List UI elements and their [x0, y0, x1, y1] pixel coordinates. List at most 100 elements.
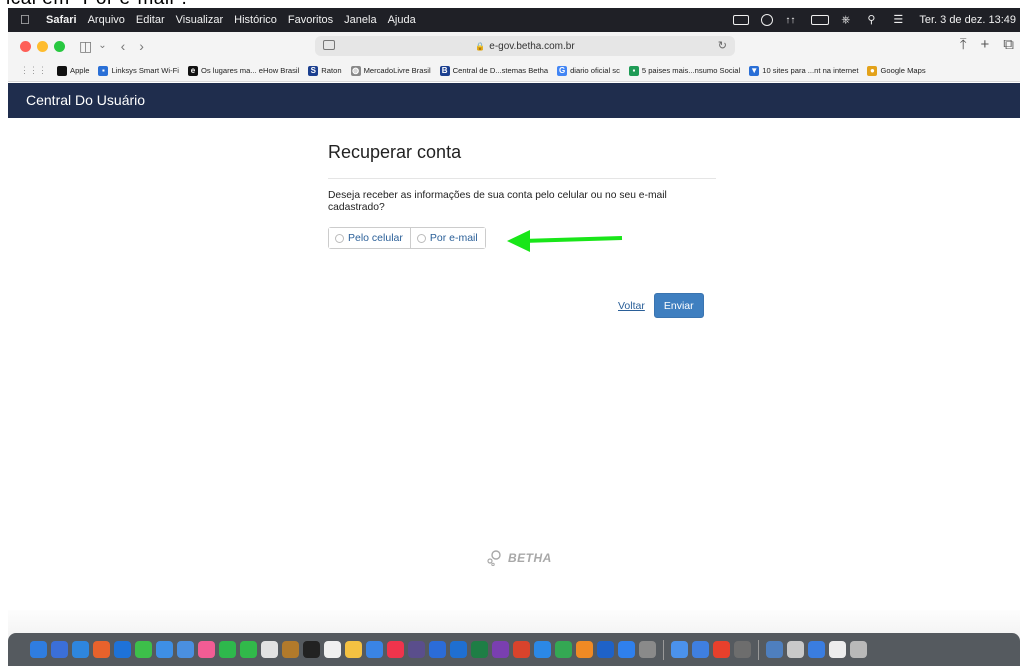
dock-app-icon[interactable] — [639, 641, 656, 658]
bookmark-favicon-icon: ▼ — [749, 65, 760, 76]
lock-icon: 🔒 — [475, 41, 486, 51]
screen-mirroring-icon[interactable] — [733, 15, 750, 25]
dock-app-icon[interactable] — [408, 641, 425, 658]
menu-item-favoritos[interactable]: Favoritos — [288, 14, 333, 26]
instruction-text: ical em "Por e-mail". — [6, 0, 187, 8]
bookmark-favicon-icon: ● — [867, 65, 878, 76]
dock-app-icon[interactable] — [450, 641, 467, 658]
users-icon[interactable]: ↑↑ — [785, 15, 799, 26]
sidebar-toggle-icon[interactable]: ◫ — [79, 39, 92, 53]
dock-app-icon[interactable] — [303, 641, 320, 658]
bookmark-item[interactable]: S Raton — [308, 65, 342, 76]
dock-app-icon[interactable] — [156, 641, 173, 658]
dock-app-icon[interactable] — [114, 641, 131, 658]
dock-app-icon[interactable] — [734, 641, 751, 658]
dock-app-icon[interactable] — [713, 641, 730, 658]
bookmark-item[interactable]: ▪ Linksys Smart Wi-Fi — [98, 65, 179, 76]
dock-app-icon[interactable] — [513, 641, 530, 658]
forward-icon[interactable]: › — [139, 39, 144, 53]
page-settings-icon[interactable] — [323, 40, 335, 50]
dock-app-icon[interactable] — [808, 641, 825, 658]
battery-icon[interactable] — [811, 15, 830, 25]
menu-item-editar[interactable]: Editar — [136, 14, 165, 26]
dock-app-icon[interactable] — [429, 641, 446, 658]
spotlight-search-icon[interactable]: ⚲ — [867, 14, 881, 26]
menu-item-historico[interactable]: Histórico — [234, 14, 277, 26]
dock-app-icon[interactable] — [829, 641, 846, 658]
menu-clock[interactable]: Ter. 3 de dez. 13:49 — [919, 14, 1016, 26]
dock-app-icon[interactable] — [51, 641, 68, 658]
menu-bar:  Safari Arquivo Editar Visualizar Histó… — [8, 8, 1020, 32]
option-email[interactable]: Por e-mail — [409, 228, 485, 248]
fullscreen-window-icon[interactable] — [54, 40, 65, 52]
dock-app-icon[interactable] — [387, 641, 404, 658]
site-brand[interactable]: Central Do Usuário — [26, 92, 145, 108]
share-icon[interactable]: ⤒ — [960, 37, 967, 53]
bookmark-item[interactable]: B Central de D...stemas Betha — [439, 65, 548, 76]
bookmark-item[interactable]: ◍ MercadoLivre Brasil — [350, 65, 431, 76]
dock-app-icon[interactable] — [671, 641, 688, 658]
reload-icon[interactable]: ↻ — [718, 39, 727, 52]
dock-app-icon[interactable] — [618, 641, 635, 658]
send-button[interactable]: Enviar — [653, 293, 704, 318]
dock-app-icon[interactable] — [261, 641, 278, 658]
dock-app-icon[interactable] — [555, 641, 572, 658]
close-window-icon[interactable] — [20, 40, 31, 52]
dock-app-icon[interactable] — [198, 641, 215, 658]
option-phone[interactable]: Pelo celular — [329, 228, 410, 248]
bookmark-item[interactable]: Apple — [57, 65, 89, 76]
dock-app-icon[interactable] — [93, 641, 110, 658]
dock-app-icon[interactable] — [345, 641, 362, 658]
dock-app-icon[interactable] — [471, 641, 488, 658]
dock-app-icon[interactable] — [787, 641, 804, 658]
favorites-grid-icon[interactable]: ⋮⋮⋮ — [20, 65, 47, 76]
dock-app-icon[interactable] — [324, 641, 341, 658]
dock-app-icon[interactable] — [219, 641, 236, 658]
bookmarks-bar: ⋮⋮⋮ Apple ▪ Linksys Smart Wi-Fi e Os lugares… — [8, 60, 1020, 82]
dock-app-icon[interactable] — [850, 641, 867, 658]
address-bar[interactable]: 🔒 e-gov.betha.com.br ↻ — [315, 36, 735, 56]
betha-logo-text: BETHA — [508, 551, 552, 565]
phone-radio[interactable] — [335, 233, 344, 243]
apple-menu-icon[interactable]:  — [20, 13, 34, 27]
dock-app-icon[interactable] — [766, 641, 783, 658]
control-center-icon[interactable]: ☰ — [893, 14, 907, 26]
email-radio[interactable] — [416, 233, 426, 243]
new-tab-icon[interactable]: + — [981, 37, 990, 53]
back-link[interactable]: Voltar — [618, 300, 645, 312]
wifi-icon[interactable]: ⎈ — [841, 14, 855, 26]
dock-app-icon[interactable] — [240, 641, 257, 658]
dock-app-icon[interactable] — [282, 641, 299, 658]
minimize-window-icon[interactable] — [37, 40, 48, 52]
menu-app-name[interactable]: Safari — [46, 14, 77, 26]
bookmark-item[interactable]: ▪ 5 paises mais...nsumo Social — [628, 65, 741, 76]
bookmark-item[interactable]: ▼ 10 sites para ...nt na internet — [749, 65, 858, 76]
safari-toolbar: ◫ ⌄ ‹ › 🔒 e-gov.betha.com.br ↻ ⤒ + ⧉ — [8, 32, 1020, 60]
dock-app-icon[interactable] — [366, 641, 383, 658]
dock-app-icon[interactable] — [72, 641, 89, 658]
bookmark-item[interactable]: ● Google Maps — [867, 65, 926, 76]
dock-app-icon[interactable] — [597, 641, 614, 658]
dock-app-icon[interactable] — [576, 641, 593, 658]
menu-item-ajuda[interactable]: Ajuda — [388, 14, 416, 26]
dock-app-icon[interactable] — [30, 641, 47, 658]
bookmark-label: Linksys Smart Wi-Fi — [111, 66, 179, 75]
vpn-icon[interactable] — [761, 14, 774, 26]
back-icon[interactable]: ‹ — [121, 39, 126, 53]
menu-item-arquivo[interactable]: Arquivo — [88, 14, 125, 26]
dock-app-icon[interactable] — [492, 641, 509, 658]
sidebar-menu-chevron-icon[interactable]: ⌄ — [98, 39, 106, 53]
dock-app-icon[interactable] — [177, 641, 194, 658]
bookmark-item[interactable]: Gdiario oficial sc — [557, 65, 620, 76]
bookmark-label: Google Maps — [880, 66, 926, 75]
dock-app-icon[interactable] — [135, 641, 152, 658]
dock-app-icon[interactable] — [692, 641, 709, 658]
recovery-method-group: Pelo celular Por e-mail — [328, 227, 486, 249]
bookmark-item[interactable]: e Os lugares ma... eHow Brasil — [187, 65, 299, 76]
arrow-shaft — [521, 236, 623, 243]
dock-app-icon[interactable] — [534, 641, 551, 658]
menu-item-janela[interactable]: Janela — [344, 14, 376, 26]
menu-item-visualizar[interactable]: Visualizar — [176, 14, 224, 26]
bookmark-label: 5 paises mais...nsumo Social — [641, 66, 741, 75]
tab-overview-icon[interactable]: ⧉ — [1003, 37, 1014, 53]
